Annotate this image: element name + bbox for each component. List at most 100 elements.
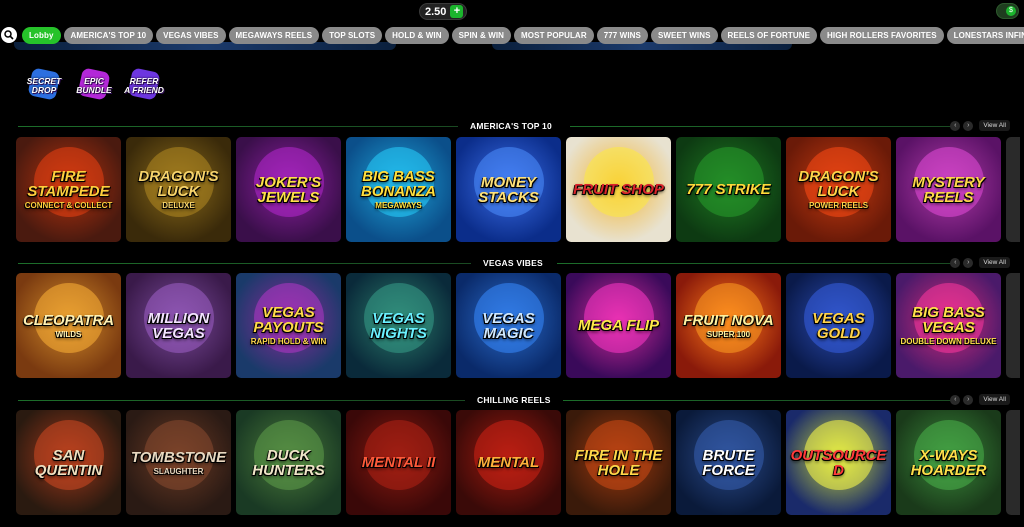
game-tile-big-bass-bonanza[interactable]: Big Bass Bonanza Megaways [346, 137, 451, 242]
game-tile-mystery-reels[interactable]: Mystery Reels [896, 137, 1001, 242]
section-header: Vegas Vibes ‹ › View All [18, 257, 1010, 268]
game-tile-money-stacks[interactable]: Money Stacks [456, 137, 561, 242]
tab-most-popular[interactable]: Most Popular [514, 26, 594, 44]
view-all-button[interactable]: View All [979, 120, 1010, 131]
dollar-icon: $ [1006, 6, 1016, 16]
tab-777-wins[interactable]: 777 Wins [596, 26, 648, 44]
chevron-right-icon[interactable]: › [963, 394, 974, 405]
game-carousel: Fire Stampede Connect & Collect Dragon's L… [16, 137, 1020, 242]
chevron-left-icon[interactable]: ‹ [950, 257, 961, 268]
game-tile-outsourced[interactable]: Outsourced [786, 410, 891, 515]
balance-display[interactable]: 2.50 + [419, 3, 468, 20]
section-divider [18, 263, 471, 264]
game-title: Big Bass Bonanza Megaways [361, 168, 436, 210]
promo-label: REFER A FRIEND [124, 76, 164, 95]
game-title: Joker's Jewels [255, 173, 322, 206]
category-nav: Lobby America's Top 10 Vegas Vibes Megaways… [0, 25, 1024, 45]
game-tile-mental-ii[interactable]: Mental II [346, 410, 451, 515]
balance-amount: 2.50 [425, 5, 447, 18]
game-tile-big-bass-vegas[interactable]: Big Bass Vegas Double Down Deluxe [896, 273, 1001, 378]
section-title: Chilling Reels [477, 395, 551, 405]
section-nav: ‹ › View All [950, 120, 1010, 131]
tab-sweet-wins[interactable]: Sweet Wins [650, 26, 718, 44]
chevron-left-icon[interactable]: ‹ [950, 120, 961, 131]
game-tile-vegas-gold[interactable]: Vegas Gold [786, 273, 891, 378]
view-all-button[interactable]: View All [979, 394, 1010, 405]
section-header: America's Top 10 ‹ › View All [18, 120, 1010, 131]
tab-america-s-top-10[interactable]: America's Top 10 [63, 26, 154, 44]
view-all-button[interactable]: View All [979, 257, 1010, 268]
game-title: Mental II [361, 454, 436, 471]
game-title: Dragon's Luck Power Reels [798, 168, 879, 210]
tab-lonestars-infinity-games[interactable]: Lonestars Infinity Games [946, 26, 1024, 44]
game-title: Big Bass Vegas Double Down Deluxe [900, 304, 997, 346]
game-tile-duck-hunters[interactable]: Duck Hunters [236, 410, 341, 515]
game-title: Mental [477, 454, 540, 471]
tab-hold-win[interactable]: Hold & Win [385, 26, 449, 44]
game-title: Fire in the Hole [574, 446, 663, 479]
game-title: Duck Hunters [252, 446, 325, 479]
game-tile-million-vegas[interactable]: Million Vegas [126, 273, 231, 378]
game-title: Vegas Gold [812, 309, 865, 342]
section-divider [570, 126, 958, 127]
game-tile-tombstone[interactable]: Tombstone Slaughter [126, 410, 231, 515]
promo-secret-drop[interactable]: SECRET DROP [24, 64, 64, 108]
game-tile-fire-in-the-hole[interactable]: Fire in the Hole [566, 410, 671, 515]
game-tile-777-strike[interactable]: 777 Strike [676, 137, 781, 242]
tab-spin-win[interactable]: Spin & Win [451, 26, 512, 44]
game-tile-dragon-s-luck[interactable]: Dragon's Luck Power Reels [786, 137, 891, 242]
game-tile-joker-s-jewels[interactable]: Joker's Jewels [236, 137, 341, 242]
section-nav: ‹ › View All [950, 394, 1010, 405]
game-title: Tombstone Slaughter [130, 448, 227, 476]
game-tile-fruit-nova[interactable]: Fruit Nova Super 100 [676, 273, 781, 378]
section-divider [563, 400, 958, 401]
game-carousel: Cleopatra Wilds Million Vegas Vegas Payouts… [16, 273, 1020, 378]
game-title: Million Vegas [147, 309, 210, 342]
game-title: Money Stacks [478, 173, 539, 206]
chevron-right-icon[interactable]: › [963, 257, 974, 268]
promo-epic-bundle[interactable]: EPIC BUNDLE [74, 64, 114, 108]
top-bar: 2.50 + $ [0, 0, 1024, 24]
promo-refer-a-friend[interactable]: REFER A FRIEND [124, 64, 164, 108]
game-tile-vegas-magic[interactable]: Vegas Magic [456, 273, 561, 378]
game-title: Fruit Shop [573, 181, 664, 198]
game-tile-san-quentin[interactable]: San Quentin [16, 410, 121, 515]
game-tile-next[interactable] [1006, 273, 1020, 378]
game-tile-dragon-s-luck[interactable]: Dragon's Luck Deluxe [126, 137, 231, 242]
game-tile-vegas-payouts[interactable]: Vegas Payouts Rapid Hold & Win [236, 273, 341, 378]
tab-high-rollers-favorites[interactable]: High Rollers Favorites [820, 26, 944, 44]
game-tile-mega-flip[interactable]: Mega Flip [566, 273, 671, 378]
search-icon[interactable] [1, 27, 17, 43]
game-title: Fruit Nova Super 100 [683, 311, 774, 339]
tab-lobby[interactable]: Lobby [22, 26, 61, 44]
tab-top-slots[interactable]: Top Slots [322, 26, 383, 44]
section-title: America's Top 10 [470, 121, 552, 131]
game-title: Mega Flip [577, 317, 660, 334]
tab-vegas-vibes[interactable]: Vegas Vibes [156, 26, 226, 44]
game-tile-fire-stampede[interactable]: Fire Stampede Connect & Collect [16, 137, 121, 242]
game-tile-next[interactable] [1006, 137, 1020, 242]
tab-megaways-reels[interactable]: Megaways Reels [228, 26, 320, 44]
game-carousel: San Quentin Tombstone Slaughter Duck Hunter… [16, 410, 1020, 515]
tab-reels-of-fortune[interactable]: Reels of Fortune [720, 26, 818, 44]
section-header: Chilling Reels ‹ › View All [18, 394, 1010, 405]
game-tile-x-ways-hoarder[interactable]: X-Ways Hoarder [896, 410, 1001, 515]
chevron-left-icon[interactable]: ‹ [950, 394, 961, 405]
game-tile-next[interactable] [1006, 410, 1020, 515]
chevron-right-icon[interactable]: › [963, 120, 974, 131]
game-tile-cleopatra[interactable]: Cleopatra Wilds [16, 273, 121, 378]
game-tile-mental[interactable]: Mental [456, 410, 561, 515]
game-title: Vegas Magic [482, 309, 535, 342]
game-title: Fire Stampede Connect & Collect [24, 168, 113, 210]
section-title: Vegas Vibes [483, 258, 543, 268]
game-title: X-Ways Hoarder [910, 446, 987, 479]
plus-icon[interactable]: + [450, 5, 464, 18]
promo-label: SECRET DROP [26, 76, 62, 95]
game-tile-fruit-shop[interactable]: Fruit Shop [566, 137, 671, 242]
game-tile-brute-force[interactable]: Brute Force [676, 410, 781, 515]
currency-toggle[interactable]: $ [996, 3, 1019, 19]
game-title: Dragon's Luck Deluxe [138, 168, 219, 210]
section-divider [557, 263, 958, 264]
section-divider [18, 126, 458, 127]
game-tile-vegas-nights[interactable]: Vegas Nights [346, 273, 451, 378]
